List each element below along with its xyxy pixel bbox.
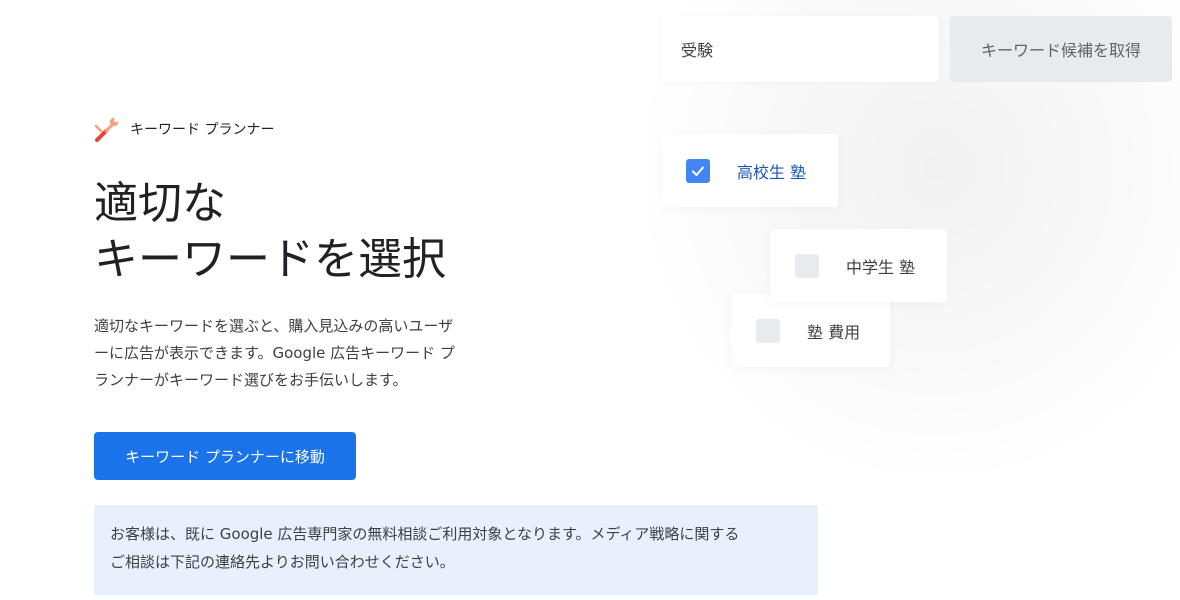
- checkbox-unchecked[interactable]: [756, 318, 780, 343]
- checkbox-unchecked[interactable]: [795, 253, 819, 278]
- search-input-value: 受験: [681, 41, 714, 60]
- description: 適切なキーワードを選ぶと、購入見込みの高いユーザ ーに広告が表示できます。Goo…: [94, 313, 486, 394]
- consultation-notice: お客様は、既に Google 広告専門家の無料相談ご利用対象となります。メディア…: [94, 505, 818, 595]
- description-line-2: ーに広告が表示できます。Google 広告キーワード プ: [94, 344, 455, 362]
- keyword-suggestion-1[interactable]: 高校生 塾: [661, 134, 838, 207]
- notice-line-2: ご相談は下記の連絡先よりお問い合わせください。: [110, 553, 455, 571]
- keyword-label: 高校生 塾: [737, 162, 807, 182]
- product-name: キーワード プランナー: [130, 122, 275, 138]
- get-keyword-ideas-button[interactable]: キーワード候補を取得: [950, 16, 1172, 82]
- keyword-label: 塾 費用: [807, 322, 861, 342]
- description-line-1: 適切なキーワードを選ぶと、購入見込みの高いユーザ: [94, 317, 454, 335]
- wrench-screwdriver-icon: [94, 117, 119, 142]
- keyword-suggestion-3[interactable]: 塾 費用: [731, 294, 890, 367]
- product-tag: キーワード プランナー: [94, 116, 274, 142]
- checkmark-icon: [692, 166, 704, 176]
- description-line-3: ランナーがキーワード選びをお手伝いします。: [94, 371, 408, 389]
- notice-line-1: お客様は、既に Google 広告専門家の無料相談ご利用対象となります。メディア…: [110, 525, 740, 543]
- page-title-line-1: 適切な: [94, 178, 226, 229]
- keyword-search-input[interactable]: 受験: [661, 16, 939, 82]
- go-to-keyword-planner-button[interactable]: キーワード プランナーに移動: [94, 432, 356, 480]
- keyword-label: 中学生 塾: [846, 257, 916, 277]
- keyword-suggestion-2[interactable]: 中学生 塾: [770, 229, 947, 302]
- page-title: 適切な キーワードを選択: [94, 176, 446, 288]
- page-title-line-2: キーワードを選択: [94, 234, 446, 285]
- keyword-planner-section: キーワード プランナー 適切な キーワードを選択 適切なキーワードを選ぶと、購入…: [0, 0, 1180, 600]
- checkbox-checked[interactable]: [686, 158, 710, 183]
